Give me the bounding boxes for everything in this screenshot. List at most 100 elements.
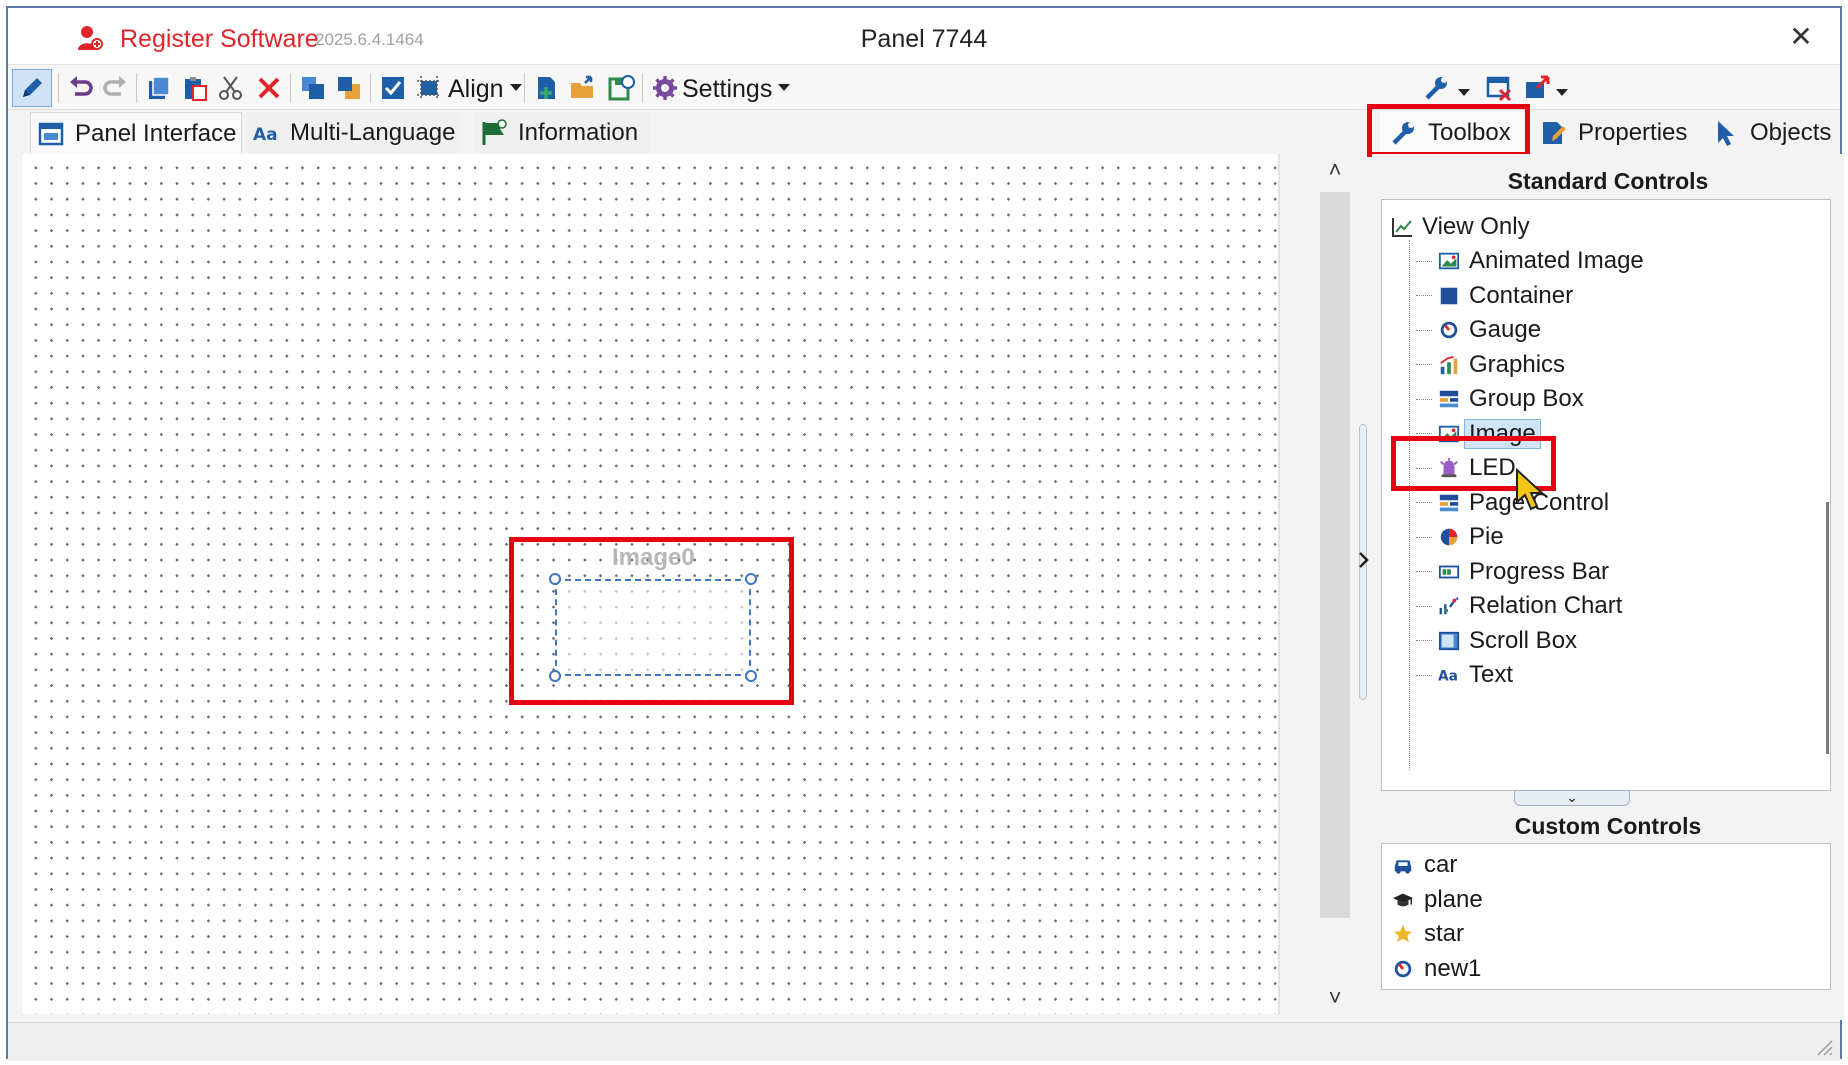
font-icon: Aa bbox=[253, 125, 278, 145]
status-bar bbox=[8, 1022, 1840, 1061]
chevron-down-icon[interactable] bbox=[1458, 89, 1470, 96]
toolbox-item[interactable]: Aa Text bbox=[1416, 658, 1513, 692]
custom-control-item[interactable]: new1 bbox=[1392, 952, 1481, 986]
delete-button[interactable] bbox=[252, 71, 286, 105]
cut-button[interactable] bbox=[214, 71, 248, 105]
tree-connector bbox=[1416, 433, 1432, 434]
align-icon bbox=[417, 76, 441, 100]
toolbox-item[interactable]: Group Box bbox=[1416, 382, 1584, 416]
toolbox-item[interactable]: Container bbox=[1416, 279, 1573, 313]
tab-label: Information bbox=[518, 119, 639, 146]
edit-mode-button[interactable] bbox=[12, 69, 52, 107]
tools-dropdown-button[interactable] bbox=[1420, 71, 1454, 105]
panel-splitter[interactable] bbox=[1354, 154, 1372, 1014]
app-window: Register Software 2025.6.4.1464 Panel 77… bbox=[6, 6, 1844, 1061]
open-button[interactable] bbox=[566, 71, 600, 105]
collapse-section-button[interactable]: ⌄ bbox=[1514, 790, 1630, 806]
select-all-button[interactable] bbox=[376, 71, 410, 105]
custom-control-label: star bbox=[1424, 920, 1465, 947]
properties-edit-icon bbox=[1543, 122, 1566, 144]
settings-button-icon[interactable] bbox=[648, 71, 682, 105]
align-dropdown[interactable]: Align bbox=[448, 75, 522, 104]
save-screen-button[interactable] bbox=[604, 71, 638, 105]
car-icon bbox=[1394, 860, 1412, 874]
standard-controls-tree[interactable]: View Only Animated Image Container Gauge Gr… bbox=[1381, 199, 1831, 791]
tree-connector bbox=[1416, 605, 1432, 607]
toolbox-item[interactable]: Relation Chart bbox=[1416, 589, 1622, 623]
gauge-icon bbox=[1440, 321, 1458, 339]
toolbox-item[interactable]: Animated Image bbox=[1416, 244, 1644, 278]
copy-button[interactable] bbox=[142, 71, 176, 105]
checkbox-icon bbox=[382, 77, 404, 99]
chevron-down-icon[interactable]: ˅ bbox=[1316, 982, 1354, 1014]
toolbox-item[interactable]: Scroll Box bbox=[1416, 624, 1577, 658]
resize-grip-icon[interactable] bbox=[1814, 1037, 1834, 1057]
paste-icon bbox=[185, 77, 207, 101]
standard-controls-header: Standard Controls bbox=[1507, 168, 1709, 194]
panel-interface-icon bbox=[38, 122, 64, 145]
toolbar: Align Settings bbox=[8, 64, 1840, 110]
toolbox-item[interactable]: Gauge bbox=[1416, 313, 1541, 347]
paste-button[interactable] bbox=[178, 71, 212, 105]
send-back-icon bbox=[338, 77, 360, 99]
toolbar-separator bbox=[58, 73, 59, 103]
text-icon: Aa bbox=[1438, 669, 1458, 685]
svg-text:Aa: Aa bbox=[1438, 669, 1458, 685]
tab-multi-language[interactable]: Aa Multi-Language bbox=[248, 112, 460, 154]
tree-root-label: View Only bbox=[1422, 213, 1530, 240]
align-button-icon[interactable] bbox=[412, 71, 446, 105]
toolbar-separator bbox=[524, 73, 525, 103]
toolbox-item-label: Gauge bbox=[1469, 316, 1542, 343]
tree-connector bbox=[1416, 329, 1432, 331]
custom-controls-list[interactable]: car plane star new1 bbox=[1381, 843, 1831, 990]
progress-bar-icon bbox=[1438, 565, 1460, 578]
tab-panel-interface[interactable]: Panel Interface bbox=[30, 112, 242, 154]
close-panel-button[interactable] bbox=[1482, 71, 1516, 105]
export-panel-button[interactable] bbox=[1520, 71, 1554, 105]
custom-control-item[interactable]: plane bbox=[1392, 883, 1483, 917]
pie-icon bbox=[1440, 528, 1458, 546]
gauge-icon bbox=[1394, 960, 1412, 977]
wrench-icon bbox=[1425, 77, 1447, 100]
group-box-icon bbox=[1439, 390, 1459, 408]
tab-information[interactable]: Information bbox=[474, 112, 650, 154]
toolbox-item[interactable]: Progress Bar bbox=[1416, 555, 1609, 589]
tree-line bbox=[1409, 240, 1410, 770]
close-button[interactable]: ✕ bbox=[1786, 22, 1816, 52]
window-export-icon bbox=[1526, 75, 1550, 98]
chevron-down-icon[interactable] bbox=[1556, 89, 1568, 96]
tree-scrollbar[interactable] bbox=[1822, 200, 1832, 790]
toolbox-item-label: Text bbox=[1469, 661, 1514, 688]
redo-button[interactable] bbox=[98, 71, 132, 105]
send-to-back-button[interactable] bbox=[332, 71, 366, 105]
canvas-vertical-scrollbar[interactable]: ˄ ˅ bbox=[1316, 154, 1354, 1014]
custom-control-item[interactable]: star bbox=[1392, 917, 1464, 951]
annotation-highlight-canvas bbox=[509, 537, 794, 705]
tree-root-view-only[interactable]: View Only bbox=[1390, 210, 1530, 244]
add-page-button[interactable] bbox=[530, 71, 564, 105]
tree-connector bbox=[1416, 571, 1432, 572]
window-title: Panel 7744 bbox=[860, 25, 988, 53]
undo-button[interactable] bbox=[64, 71, 98, 105]
toolbox-item-label: Group Box bbox=[1469, 385, 1584, 412]
title-bar: Register Software 2025.6.4.1464 Panel 77… bbox=[8, 8, 1840, 64]
window-close-icon bbox=[1486, 76, 1512, 102]
toolbox-item[interactable]: Graphics bbox=[1416, 348, 1565, 382]
scroll-box-icon bbox=[1438, 631, 1460, 650]
toolbar-separator bbox=[136, 73, 137, 103]
scrollbar-thumb[interactable] bbox=[1826, 502, 1829, 754]
settings-dropdown[interactable]: Settings bbox=[682, 75, 791, 104]
animated-image-icon bbox=[1438, 252, 1460, 270]
chevron-right-icon[interactable] bbox=[1357, 550, 1371, 570]
toolbox-item[interactable]: Pie bbox=[1416, 520, 1504, 554]
tree-connector bbox=[1416, 640, 1432, 641]
chevron-up-icon[interactable]: ˄ bbox=[1316, 154, 1354, 186]
tab-objects[interactable]: Objects bbox=[1708, 112, 1831, 154]
tab-properties[interactable]: Properties bbox=[1536, 112, 1687, 154]
graphics-icon bbox=[1440, 355, 1458, 374]
bring-to-front-button[interactable] bbox=[296, 71, 330, 105]
custom-control-item[interactable]: car bbox=[1392, 848, 1457, 882]
tree-connector bbox=[1416, 260, 1432, 262]
redo-icon bbox=[103, 76, 126, 96]
scrollbar-thumb[interactable] bbox=[1320, 192, 1350, 918]
